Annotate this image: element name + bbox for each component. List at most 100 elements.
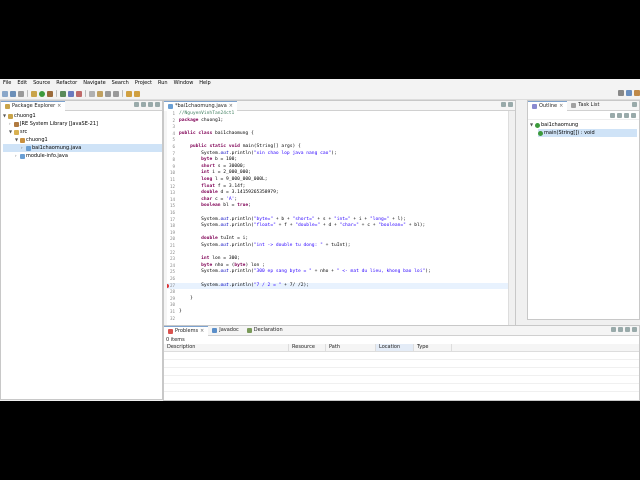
code-line[interactable]: 5 xyxy=(164,137,509,144)
menu-edit[interactable]: Edit xyxy=(14,79,30,88)
new-java-project-icon[interactable] xyxy=(60,90,66,97)
chevron-down-icon[interactable]: ▼ xyxy=(9,128,13,136)
column-header-type[interactable]: Type xyxy=(414,344,452,351)
code-line[interactable]: 3 xyxy=(164,124,509,131)
filter-icon[interactable] xyxy=(611,327,616,332)
collapse-all-icon[interactable] xyxy=(134,102,139,107)
sort-icon[interactable] xyxy=(610,112,615,118)
code-line[interactable]: 32 xyxy=(164,316,509,323)
code-line[interactable]: 25 System.out.println("300 ep sang byte … xyxy=(164,269,509,276)
tree-item[interactable]: › bai1chaomung.java xyxy=(3,144,162,152)
code-line[interactable]: 6 public static void main(String[] args)… xyxy=(164,144,509,151)
view-menu-icon[interactable] xyxy=(631,112,636,118)
code-line[interactable]: 31} xyxy=(164,309,509,316)
menu-help[interactable]: Help xyxy=(196,79,213,88)
search-global-icon[interactable] xyxy=(618,90,624,96)
chevron-right-icon[interactable]: › xyxy=(9,120,13,128)
close-icon[interactable]: × xyxy=(229,102,233,111)
tab-declaration[interactable]: Declaration xyxy=(243,326,287,335)
view-menu-icon[interactable] xyxy=(618,327,623,332)
outline-class-row[interactable]: ▼ bai1chaomung xyxy=(530,121,637,129)
code-line[interactable]: 27 System.out.println("7 / 2 = " + 7/ /2… xyxy=(164,282,509,290)
minimize-icon[interactable] xyxy=(632,102,637,107)
code-editor[interactable]: 1//NguyenVinhTan24ct1 2 package chuong1; 3 4… xyxy=(164,111,509,327)
code-line[interactable]: 20 double tuInt = i; xyxy=(164,236,509,243)
tab-problems[interactable]: Problems × xyxy=(164,325,209,336)
code-line[interactable]: 28 xyxy=(164,289,509,296)
tab-package-explorer[interactable]: Package Explorer × xyxy=(1,100,66,111)
new-package-icon[interactable] xyxy=(68,90,74,97)
column-header-description[interactable]: Description xyxy=(164,344,289,351)
outline-method-row[interactable]: main(String[]) : void xyxy=(538,129,637,137)
perspective-icon[interactable] xyxy=(626,90,632,96)
tab-javadoc[interactable]: Javadoc xyxy=(208,326,243,335)
column-header-location[interactable]: Location xyxy=(376,344,414,351)
java-perspective-icon[interactable] xyxy=(634,90,640,96)
chevron-down-icon[interactable]: ▼ xyxy=(3,112,7,120)
minimize-icon[interactable] xyxy=(155,102,160,107)
maximize-icon[interactable] xyxy=(632,327,637,332)
code-line[interactable]: 29 } xyxy=(164,296,509,303)
view-menu-icon[interactable] xyxy=(148,102,153,107)
menu-search[interactable]: Search xyxy=(109,79,132,88)
menu-window[interactable]: Window xyxy=(171,79,197,88)
debug-icon[interactable] xyxy=(31,90,37,97)
forward-icon[interactable] xyxy=(134,90,140,97)
link-editor-icon[interactable] xyxy=(141,102,146,107)
open-type-icon[interactable] xyxy=(89,90,95,97)
annotation-icon[interactable] xyxy=(105,90,111,97)
code-line[interactable]: 18 System.out.println("float=" + f + "do… xyxy=(164,223,509,230)
tree-item[interactable]: › module-info.java xyxy=(3,152,162,160)
tree-item[interactable]: ▼ chuong1 xyxy=(3,112,162,120)
tab-outline[interactable]: Outline × xyxy=(528,100,568,111)
tab-task-list[interactable]: Task List xyxy=(567,101,603,110)
code-line[interactable]: 8 byte b = 100; xyxy=(164,157,509,164)
vertical-scrollbar[interactable] xyxy=(508,111,515,325)
close-icon[interactable]: × xyxy=(559,102,563,111)
column-header-path[interactable]: Path xyxy=(326,344,376,351)
chevron-right-icon[interactable]: › xyxy=(15,152,19,160)
code-line[interactable]: 11 long l = 9_000_000_000L; xyxy=(164,177,509,184)
tree-item[interactable]: ▼ chuong1 xyxy=(3,136,162,144)
tree-item[interactable]: › JRE System Library [JavaSE-21] xyxy=(3,120,162,128)
external-tools-icon[interactable] xyxy=(47,90,53,97)
new-icon[interactable] xyxy=(2,90,8,97)
code-line[interactable]: 30 xyxy=(164,302,509,309)
save-icon[interactable] xyxy=(10,90,16,97)
hide-static-icon[interactable] xyxy=(624,112,629,118)
menu-source[interactable]: Source xyxy=(30,79,53,88)
run-icon[interactable] xyxy=(39,90,45,97)
code-line[interactable]: 1//NguyenVinhTan24ct1 xyxy=(164,111,509,118)
code-line[interactable]: 23 int lon = 300; xyxy=(164,256,509,263)
code-line[interactable]: 21 System.out.println("int -> double tu … xyxy=(164,243,509,250)
minimize-icon[interactable] xyxy=(625,327,630,332)
new-class-icon[interactable] xyxy=(76,90,82,97)
print-icon[interactable] xyxy=(18,90,24,97)
column-header-resource[interactable]: Resource xyxy=(289,344,326,351)
chevron-right-icon[interactable]: › xyxy=(21,144,25,152)
menu-navigate[interactable]: Navigate xyxy=(80,79,108,88)
back-icon[interactable] xyxy=(126,90,132,97)
hide-fields-icon[interactable] xyxy=(617,112,622,118)
code-line[interactable]: 2 package chuong1; xyxy=(164,118,509,125)
chevron-down-icon[interactable]: ▼ xyxy=(15,136,19,144)
maximize-icon[interactable] xyxy=(508,102,513,107)
menu-refactor[interactable]: Refactor xyxy=(53,79,80,88)
next-annotation-icon[interactable] xyxy=(113,90,119,97)
close-icon[interactable]: × xyxy=(57,102,61,111)
code-line[interactable]: 26 xyxy=(164,276,509,283)
menu-file[interactable]: File xyxy=(0,79,14,88)
menu-run[interactable]: Run xyxy=(155,79,171,88)
tab-bai1chaomung[interactable]: *bai1chaomung.java × xyxy=(164,100,237,111)
search-icon[interactable] xyxy=(97,90,103,97)
code-line[interactable]: 10 int i = 2_000_000; xyxy=(164,170,509,177)
code-line[interactable]: 13 double d = 3.14159265358979; xyxy=(164,190,509,197)
code-line[interactable]: 16 xyxy=(164,210,509,217)
minimize-icon[interactable] xyxy=(501,102,506,107)
code-line[interactable]: 4 public class bai1chaomung { xyxy=(164,131,509,138)
menu-project[interactable]: Project xyxy=(132,79,155,88)
tree-item[interactable]: ▼ src xyxy=(3,128,162,136)
close-icon[interactable]: × xyxy=(200,327,204,336)
code-line[interactable]: 15 boolean bl = true; xyxy=(164,203,509,210)
chevron-down-icon[interactable]: ▼ xyxy=(530,121,534,129)
